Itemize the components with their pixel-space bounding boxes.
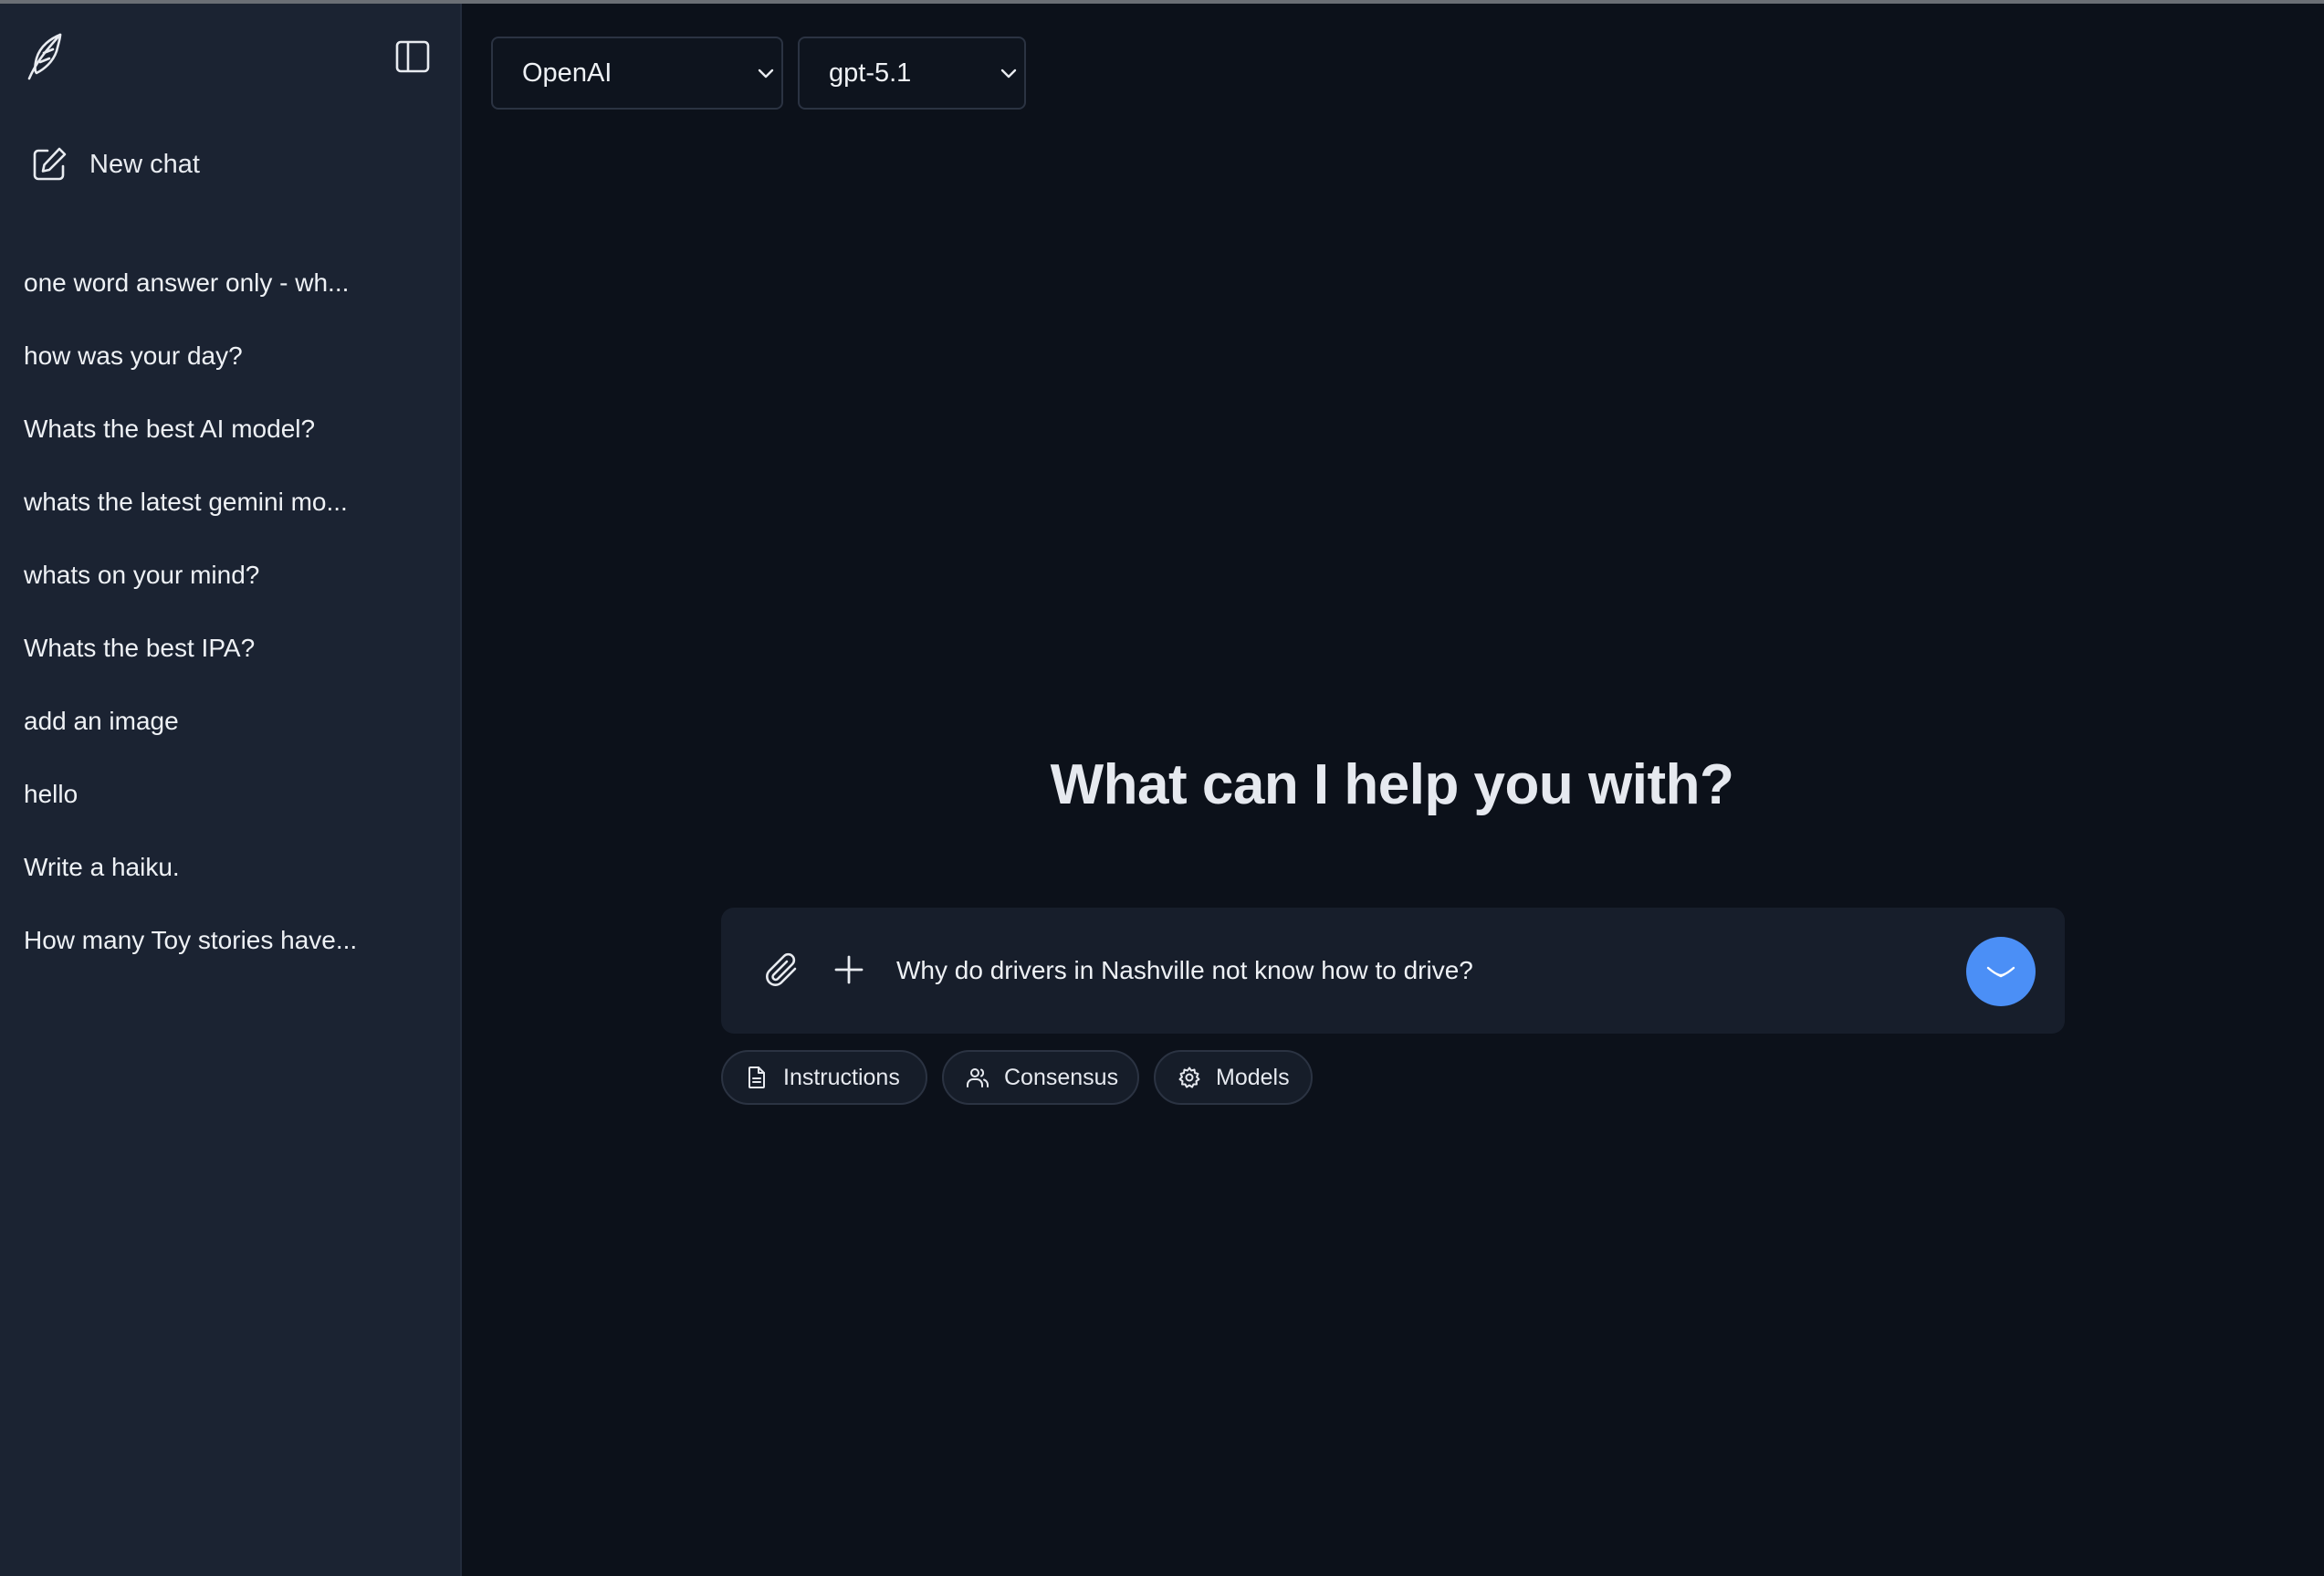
history-item[interactable]: one word answer only - wh... [0, 247, 462, 320]
page-heading: What can I help you with? [1050, 753, 1734, 816]
history-item[interactable]: whats on your mind? [0, 539, 462, 612]
history-item[interactable]: whats the latest gemini mo... [0, 466, 462, 539]
sidebar: New chat one word answer only - wh... ho… [0, 4, 462, 1576]
chat-history-list: one word answer only - wh... how was you… [0, 247, 462, 977]
history-item[interactable]: Write a haiku. [0, 831, 462, 904]
models-button[interactable]: Models [1154, 1050, 1313, 1105]
paperclip-icon[interactable] [761, 950, 801, 990]
provider-select-value: OpenAI [522, 58, 612, 88]
models-label: Models [1216, 1064, 1290, 1090]
model-select-value: gpt-5.1 [829, 58, 912, 88]
chevron-down-icon [758, 68, 774, 79]
history-item[interactable]: How many Toy stories have... [0, 904, 462, 977]
history-item[interactable]: Whats the best IPA? [0, 612, 462, 685]
history-item[interactable]: Whats the best AI model? [0, 393, 462, 466]
history-item[interactable]: hello [0, 758, 462, 831]
send-button[interactable] [1966, 937, 2036, 1006]
instructions-label: Instructions [783, 1064, 900, 1090]
sidebar-toggle-icon[interactable] [393, 37, 433, 77]
app-window: New chat one word answer only - wh... ho… [0, 0, 2324, 1576]
gear-icon [1178, 1066, 1200, 1088]
prompt-input[interactable] [896, 944, 1900, 997]
instructions-button[interactable]: Instructions [721, 1050, 927, 1105]
model-select[interactable]: gpt-5.1 [798, 37, 1026, 110]
send-icon [1986, 966, 2015, 978]
history-item[interactable]: add an image [0, 685, 462, 758]
users-icon [967, 1068, 989, 1087]
plus-icon[interactable] [831, 950, 867, 990]
feather-icon[interactable] [26, 31, 66, 82]
new-chat-label: New chat [89, 149, 200, 179]
chevron-down-icon [1000, 68, 1017, 79]
message-composer [721, 908, 2065, 1034]
consensus-button[interactable]: Consensus [942, 1050, 1139, 1105]
consensus-label: Consensus [1004, 1064, 1119, 1090]
history-item[interactable]: how was your day? [0, 320, 462, 393]
compose-icon [33, 147, 67, 181]
provider-select[interactable]: OpenAI [491, 37, 783, 110]
new-chat-button[interactable]: New chat [16, 139, 418, 190]
document-icon [748, 1066, 765, 1088]
